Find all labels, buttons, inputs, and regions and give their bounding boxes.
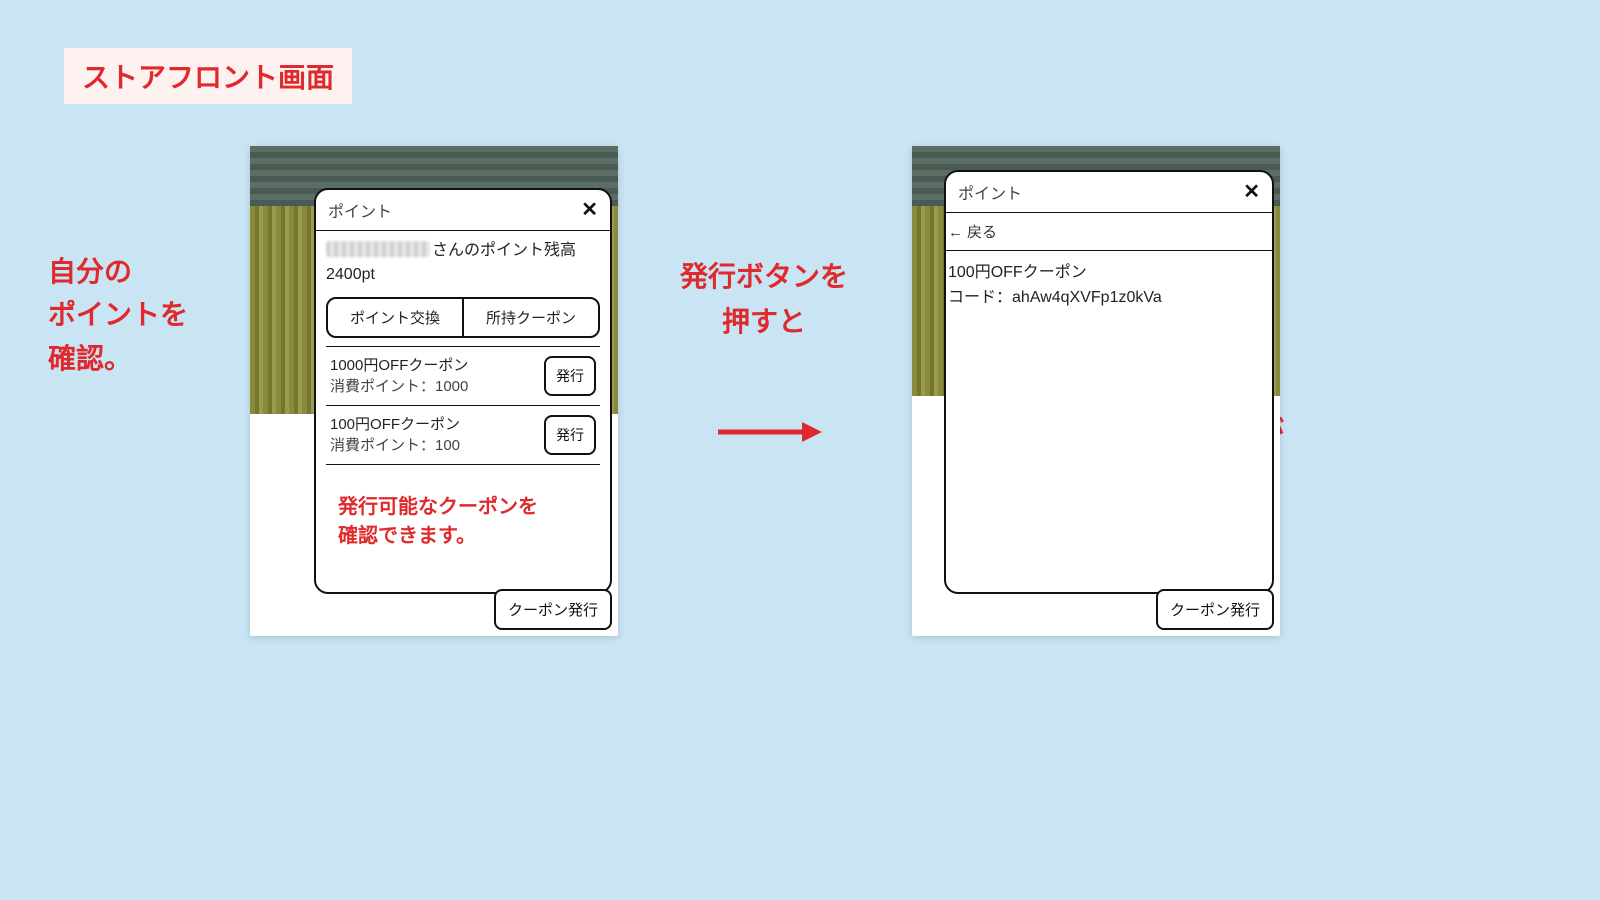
arrow-icon [714, 418, 824, 446]
issued-coupon-name: 100円OFFクーポン [948, 261, 1270, 286]
footer: クーポン発行 [494, 589, 612, 630]
dialog-title: ポイント [328, 198, 392, 222]
storefront-screenshot-exchange: ポイント ✕ さんのポイント残高 2400pt ポイント交換 所持クーポン 10… [250, 146, 618, 636]
coupon-row: 100円OFFクーポン 消費ポイント：100 発行 [326, 406, 600, 465]
tab-point-exchange[interactable]: ポイント交換 [328, 299, 462, 336]
note-check-points: 自分のポイントを確認。 [48, 250, 188, 380]
close-icon[interactable]: ✕ [1243, 182, 1260, 202]
back-arrow-icon: ← [948, 224, 963, 241]
coupon-issue-button[interactable]: クーポン発行 [494, 589, 612, 630]
back-label: 戻る [967, 224, 997, 241]
tabs: ポイント交換 所持クーポン [326, 297, 600, 338]
coupon-cost: 消費ポイント：100 [330, 435, 460, 456]
footer: クーポン発行 [1156, 589, 1274, 630]
close-icon[interactable]: ✕ [581, 200, 598, 220]
issue-button[interactable]: 発行 [544, 356, 596, 396]
issue-button[interactable]: 発行 [544, 415, 596, 455]
balance-suffix: さんのポイント残高 [432, 242, 576, 259]
issued-coupon: 100円OFFクーポン コード：ahAw4qXVFp1z0kVa [946, 251, 1272, 321]
code-value: ahAw4qXVFp1z0kVa [1012, 289, 1162, 306]
note-available-coupons: 発行可能なクーポンを確認できます。 [326, 465, 600, 551]
back-link[interactable]: ←戻る [946, 213, 1272, 251]
dialog-header: ポイント ✕ [316, 190, 610, 231]
page-title: ストアフロント画面 [64, 48, 352, 104]
username-redacted [326, 241, 430, 257]
points-balance: さんのポイント残高 2400pt [326, 239, 600, 287]
dialog-title: ポイント [958, 180, 1022, 204]
coupon-name: 100円OFFクーポン [330, 414, 460, 435]
coupon-row: 1000円OFFクーポン 消費ポイント：1000 発行 [326, 347, 600, 406]
tab-owned-coupons[interactable]: 所持クーポン [462, 299, 598, 336]
balance-value: 2400pt [326, 266, 375, 283]
points-dialog: ポイント ✕ ←戻る 100円OFFクーポン コード：ahAw4qXVFp1z0… [944, 170, 1274, 594]
points-dialog: ポイント ✕ さんのポイント残高 2400pt ポイント交換 所持クーポン 10… [314, 188, 612, 594]
coupon-list: 1000円OFFクーポン 消費ポイント：1000 発行 100円OFFクーポン … [326, 346, 600, 465]
storefront-screenshot-code: ポイント ✕ ←戻る 100円OFFクーポン コード：ahAw4qXVFp1z0… [912, 146, 1280, 636]
coupon-cost: 消費ポイント：1000 [330, 376, 468, 397]
note-press-issue: 発行ボタンを押すと [644, 255, 884, 345]
code-label: コード： [948, 289, 1012, 306]
coupon-issue-button[interactable]: クーポン発行 [1156, 589, 1274, 630]
coupon-name: 1000円OFFクーポン [330, 355, 468, 376]
dialog-header: ポイント ✕ [946, 172, 1272, 213]
